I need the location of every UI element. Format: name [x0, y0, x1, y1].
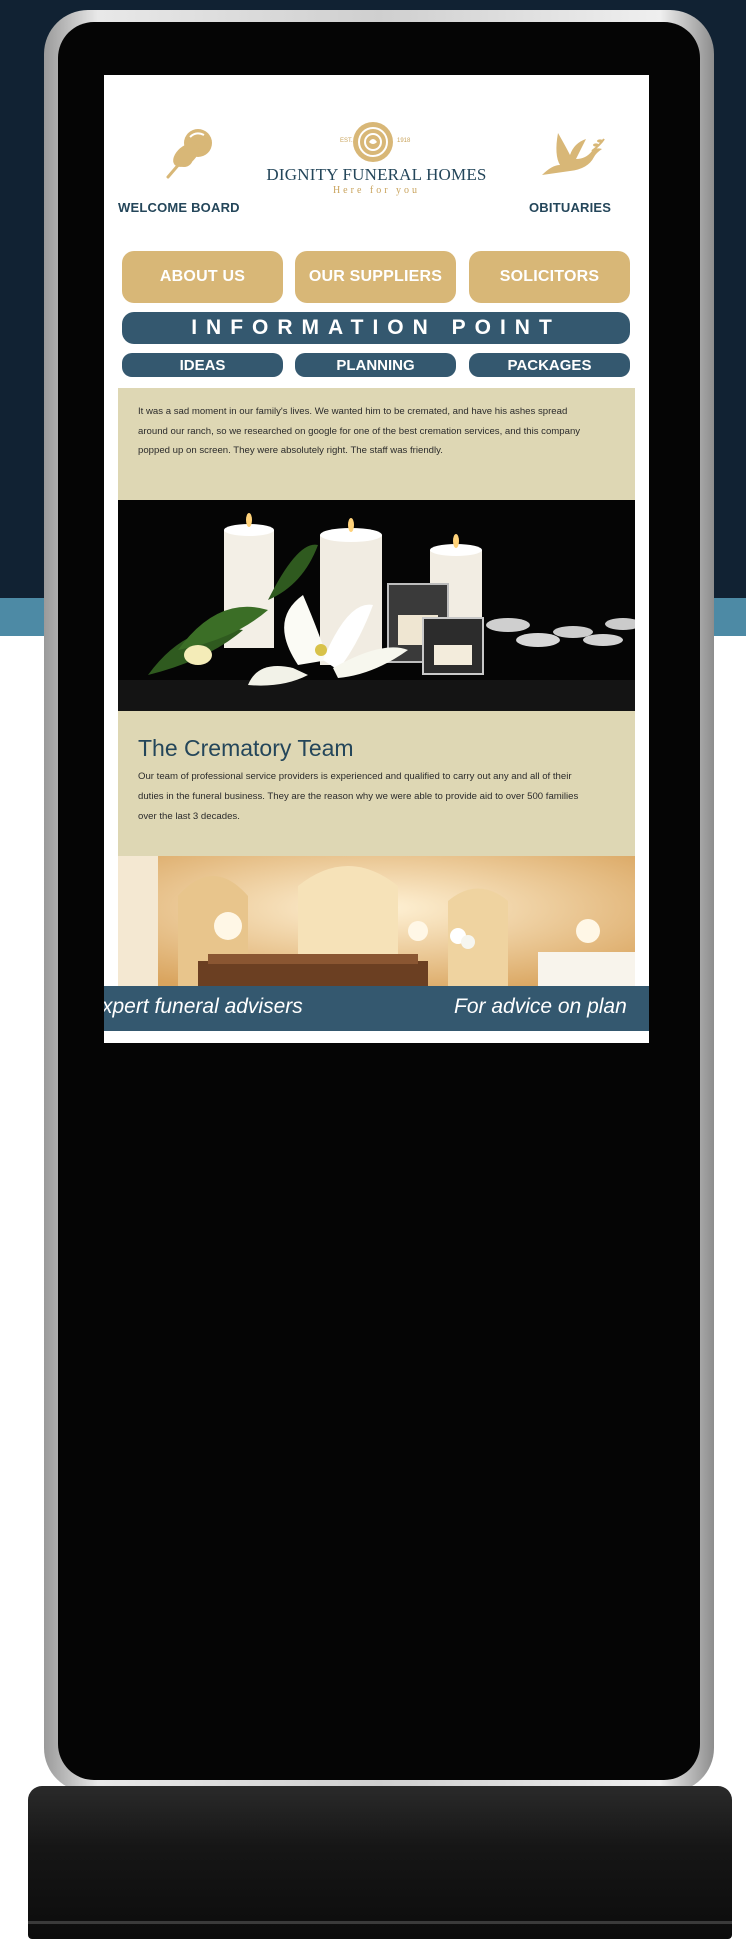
kiosk-base [28, 1786, 732, 1939]
packages-button[interactable]: PACKAGES [469, 353, 630, 377]
our-suppliers-button[interactable]: OUR SUPPLIERS [295, 251, 456, 303]
news-ticker: xpert funeral advisers For advice on pla… [104, 986, 649, 1031]
brand-est: EST. [340, 138, 353, 144]
ticker-item: For advice on plan [454, 995, 627, 1018]
kiosk-screen: WELCOME BOARD EST. 1918 DIGNITY FUNERAL … [104, 75, 649, 1043]
solicitors-button[interactable]: SOLICITORS [469, 251, 630, 303]
welcome-board-link[interactable]: WELCOME BOARD [118, 200, 240, 215]
planning-button[interactable]: PLANNING [295, 353, 456, 377]
dove-icon[interactable] [534, 125, 606, 183]
obituaries-link[interactable]: OBITUARIES [529, 200, 611, 215]
information-point-banner[interactable]: INFORMATION POINT [122, 312, 630, 344]
ticker-item: xpert funeral advisers [104, 995, 303, 1018]
brand-tagline: Here for you [332, 185, 421, 196]
testimonial-text: It was a sad moment in our family's live… [138, 406, 581, 456]
ideas-button[interactable]: IDEAS [122, 353, 283, 377]
about-us-button[interactable]: ABOUT US [122, 251, 283, 303]
candles-photo [118, 500, 635, 711]
rose-logo-icon [353, 122, 393, 162]
brand-year: 1918 [397, 138, 411, 144]
kiosk-base-edge [28, 1921, 732, 1924]
team-title: The Crematory Team [138, 735, 354, 761]
chapel-photo [118, 856, 635, 986]
team-text: Our team of professional service provide… [138, 771, 579, 822]
